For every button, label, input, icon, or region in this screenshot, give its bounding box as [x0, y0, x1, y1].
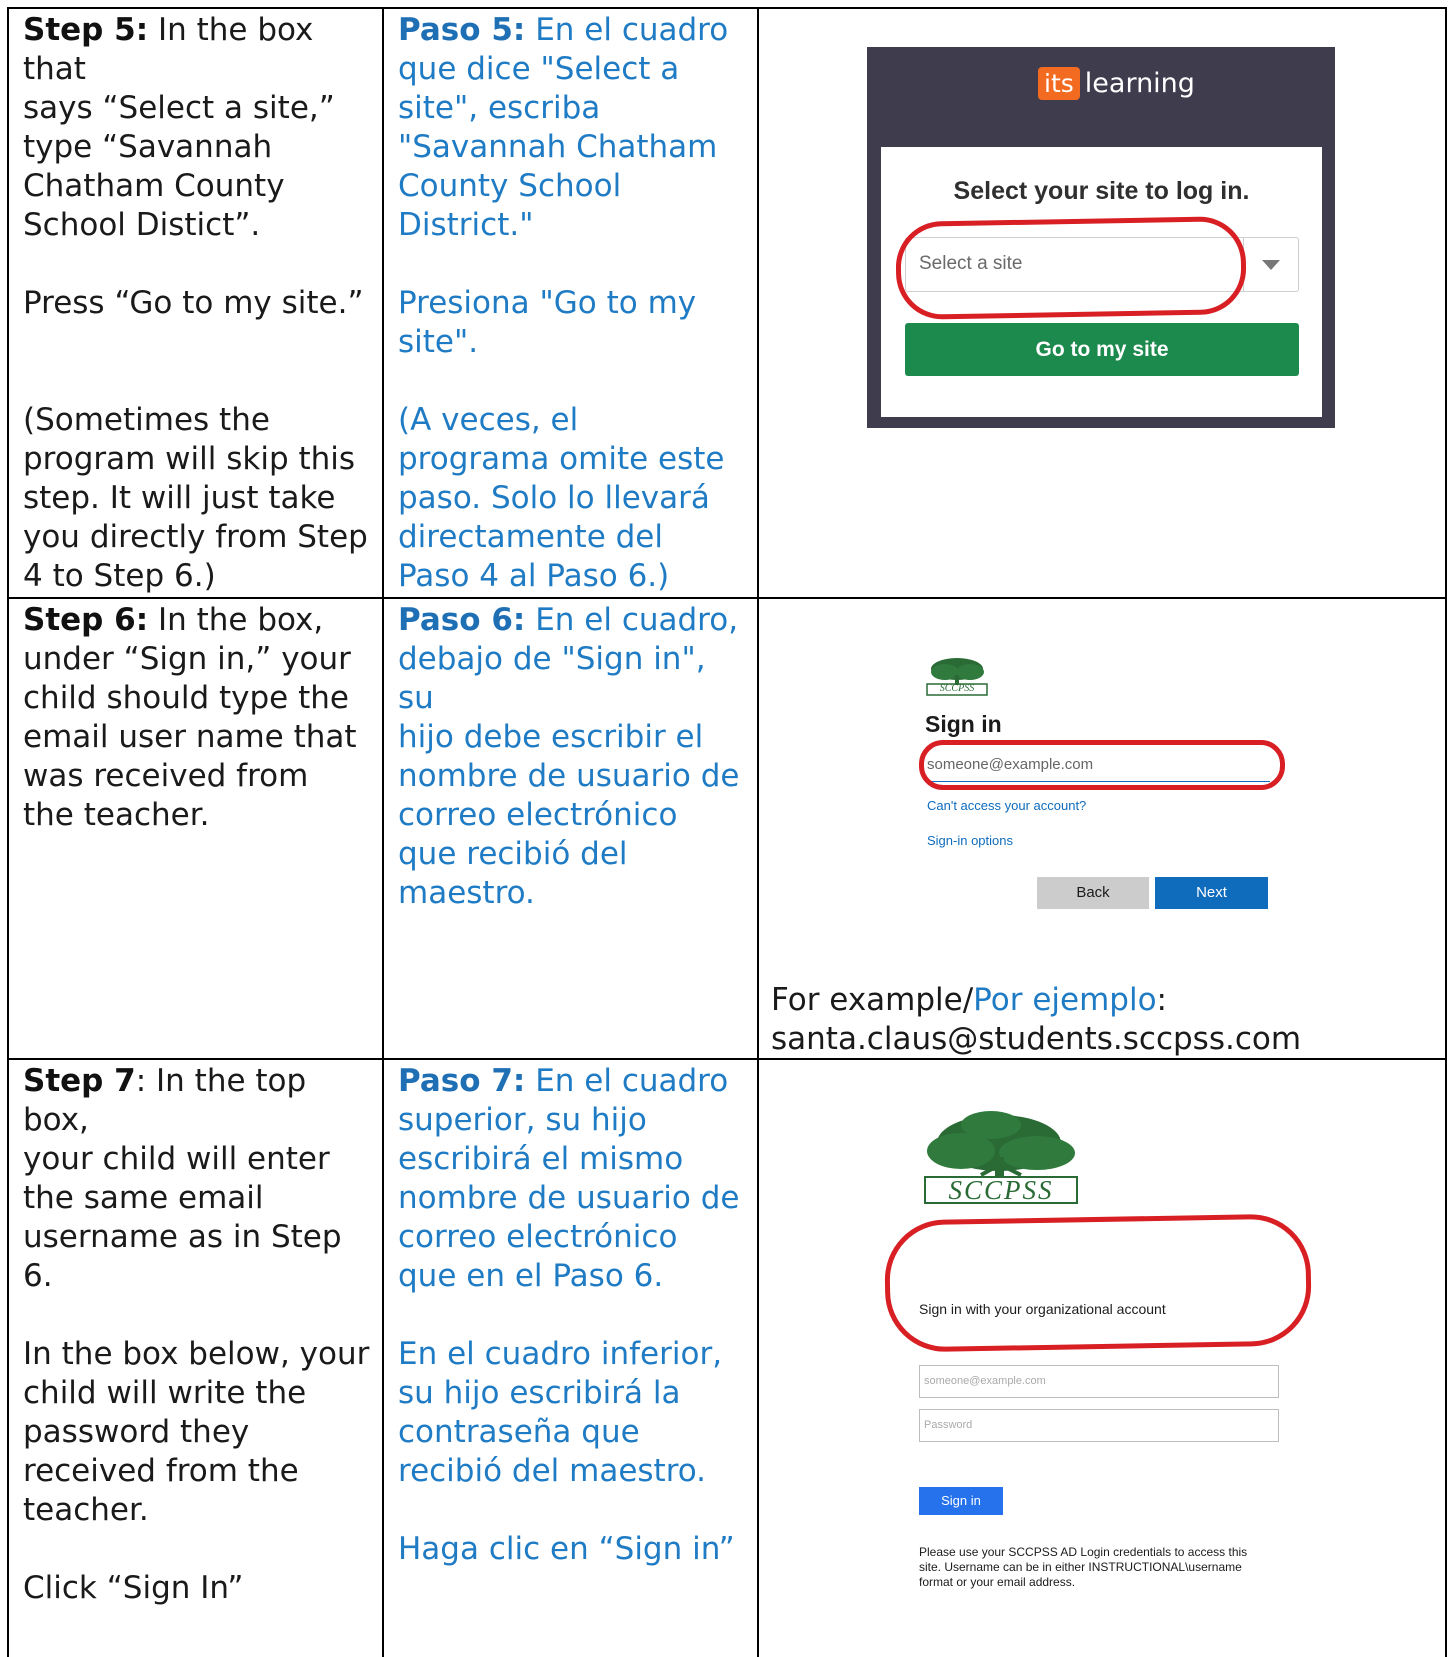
email-placeholder: someone@example.com: [924, 1375, 1046, 1387]
example-label-es: Por ejemplo: [973, 982, 1157, 1018]
step6-spanish: Paso 6: En el cuadro, debajo de "Sign in…: [398, 602, 740, 911]
step7-english: Step 7: In the top box, your child will …: [23, 1063, 370, 1606]
red-annotation-circle: [883, 1213, 1313, 1353]
example-label-en: For example/: [771, 982, 974, 1018]
card-heading: Select your site to log in.: [953, 177, 1250, 205]
password-input[interactable]: Password: [919, 1409, 1279, 1442]
instruction-table: Step 5: In the box that says “Select a s…: [7, 7, 1447, 1657]
password-placeholder: Password: [924, 1419, 973, 1431]
column-divider: [757, 7, 759, 1657]
table-border-right: [1445, 7, 1447, 1657]
next-button[interactable]: Next: [1155, 877, 1268, 909]
back-button[interactable]: Back: [1037, 877, 1149, 909]
email-input[interactable]: someone@example.com: [919, 1365, 1279, 1398]
sign-in-button[interactable]: Sign in: [919, 1487, 1003, 1515]
credentials-note: Please use your SCCPSS AD Login credenti…: [919, 1545, 1248, 1589]
logo-text: SCCPSS: [939, 683, 975, 694]
signin-heading: Sign in: [925, 711, 1002, 737]
logo-text: SCCPSS: [948, 1175, 1054, 1205]
step5-spanish: Paso 5: En el cuadro que dice "Select a …: [398, 12, 729, 594]
example-colon: :: [1156, 982, 1167, 1018]
sccpss-logo: SCCPSS: [921, 1107, 1081, 1207]
itslearning-logo: its learning: [1038, 63, 1195, 103]
step7-spanish: Paso 7: En el cuadro superior, su hijo e…: [398, 1063, 740, 1567]
sccpss-logo: SCCPSS: [925, 655, 989, 697]
step5-english: Step 5: In the box that says “Select a s…: [23, 12, 368, 594]
step6-english: Step 6: In the box, under “Sign in,” you…: [23, 602, 357, 833]
example-text: For example/Por ejemplo: santa.claus@stu…: [771, 981, 1301, 1059]
table-border-top: [7, 7, 1447, 9]
red-annotation-circle: [895, 215, 1247, 321]
chevron-down-icon: [1262, 260, 1280, 270]
adfs-signin-screenshot: SCCPSS Sign in with your organizational …: [907, 1107, 1327, 1607]
row-divider: [7, 597, 1447, 599]
go-to-my-site-button[interactable]: Go to my site: [905, 323, 1299, 376]
signin-options-link[interactable]: Sign-in options: [927, 833, 1013, 848]
cant-access-link[interactable]: Can't access your account?: [927, 798, 1086, 813]
example-email: santa.claus@students.sccpss.com: [771, 1021, 1302, 1057]
red-annotation-circle: [919, 740, 1285, 790]
